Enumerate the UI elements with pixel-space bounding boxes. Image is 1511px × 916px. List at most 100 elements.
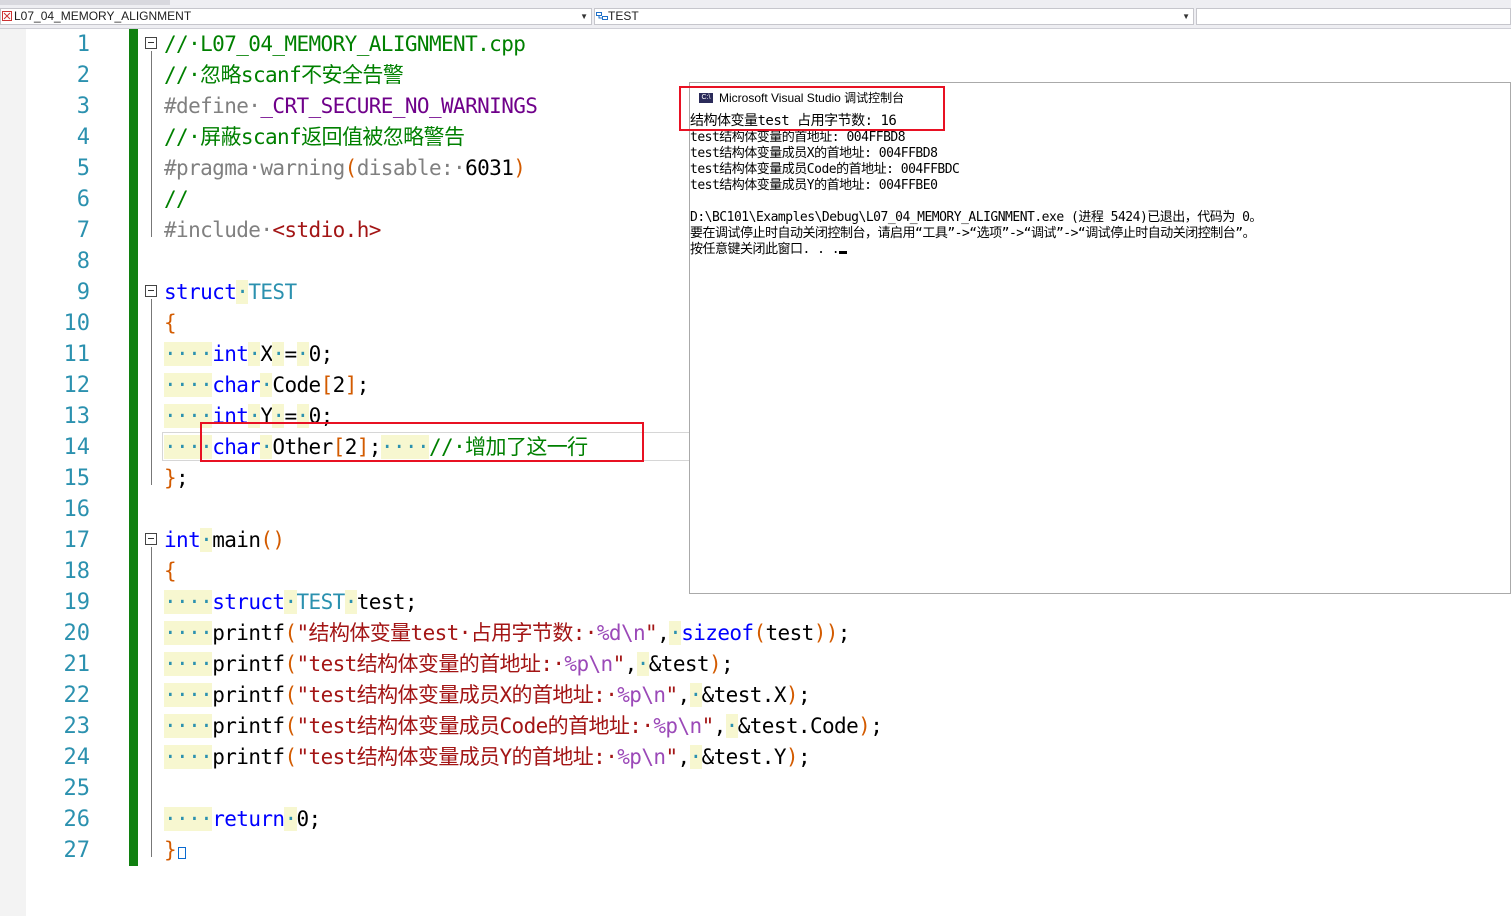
console-output-line: test结构体变量的首地址: 004FFBD8 [690,130,906,146]
code-text: #include·<stdio.h> [164,215,381,246]
console-output-line: test结构体变量成员X的首地址: 004FFBD8 [690,146,938,162]
code-token: { [164,311,177,335]
change-marker [129,463,138,494]
code-token: &test.Y [701,745,787,769]
code-text: int·main() [164,525,285,556]
debug-console-window[interactable]: C:\ Microsoft Visual Studio 调试控制台 结构体变量t… [689,82,1511,594]
code-token: return [212,807,285,831]
member-dropdown[interactable] [1196,8,1511,25]
code-token: ; [797,683,811,707]
change-marker [129,773,138,804]
code-token: printf [212,652,285,676]
code-line[interactable]: 25 [0,773,1511,804]
change-marker [129,432,138,463]
code-token: 0; [296,807,322,831]
line-number: 17 [63,528,91,553]
code-token: // [164,187,189,211]
code-token: &test.X [701,683,787,707]
line-number: 12 [63,373,91,398]
change-marker [129,711,138,742]
collapse-toggle-icon[interactable] [145,37,157,49]
line-number: 15 [63,466,91,491]
code-token: Code [272,373,321,397]
line-number: 14 [63,435,91,460]
code-token: · [284,807,297,831]
scope-dropdown[interactable]: TEST ▼ [594,8,1194,25]
code-line[interactable]: 27} [0,835,1511,866]
code-token: <stdio.h> [272,218,381,242]
line-number: 22 [63,683,91,708]
chevron-down-icon[interactable]: ▼ [580,9,588,24]
code-token: //·屏蔽scanf返回值被忽略警告 [164,125,465,149]
highlight-box-added-line [200,422,644,462]
collapse-toggle-icon[interactable] [145,285,157,297]
line-number: 9 [76,280,90,305]
code-line[interactable]: 23 ····printf("test结构体变量成员Code的首地址:·%p\n"… [0,711,1511,742]
code-token: ) [708,652,722,676]
code-token: ···· [164,590,213,614]
code-token: %p\n [564,652,613,676]
change-marker [129,525,138,556]
line-number: 7 [76,218,90,243]
code-token: ; [176,466,189,490]
code-line[interactable]: 21 ····printf("test结构体变量的首地址:·%p\n",·&tes… [0,649,1511,680]
code-text: ····char·Code[2]; [164,370,369,401]
change-marker [129,339,138,370]
change-marker [129,153,138,184]
code-token: "test结构体变量的首地址:· [296,652,566,676]
code-text: #pragma·warning(disable:·6031) [164,153,526,184]
line-number: 1 [76,32,90,57]
tab-strip [0,0,170,5]
code-token: ( [284,745,297,769]
code-line[interactable]: 1 //·L07_04_MEMORY_ALIGNMENT.cpp [0,29,1511,60]
code-text: // [164,184,189,215]
code-text: ····struct·TEST·test; [164,587,418,618]
code-token: · [272,342,285,366]
code-text: #define·_CRT_SECURE_NO_WARNINGS [164,91,538,122]
code-token: 2 [332,373,346,397]
code-token: main [212,528,261,552]
line-number: 26 [63,807,91,832]
code-text: } [164,835,187,866]
outline-guide [151,547,152,857]
console-output-text: 要在调试停止时自动关闭控制台，请启用“工具”->“选项”->“调试”->“调试停… [690,226,1256,241]
change-marker [129,649,138,680]
code-token: struct [212,590,285,614]
code-token: _CRT_SECURE_NO_WARNINGS [260,94,538,118]
code-token: ···· [164,745,213,769]
code-token: " [701,714,715,738]
code-text: //·屏蔽scanf返回值被忽略警告 [164,122,465,153]
code-line[interactable]: 26 ····return·0; [0,804,1511,835]
code-token: ( [344,156,358,180]
change-marker [129,60,138,91]
console-output-line: D:\BC101\Examples\Debug\L07_04_MEMORY_AL… [690,210,1262,226]
code-token: #pragma·warning [164,156,345,180]
code-line[interactable]: 22 ····printf("test结构体变量成员X的首地址:·%p\n",·&… [0,680,1511,711]
code-token: · [248,342,261,366]
outline-guide [151,299,152,485]
line-number: 8 [76,249,90,274]
code-token: , [713,714,727,738]
console-output-line: test结构体变量成员Code的首地址: 004FFBDC [690,162,960,178]
code-token: ; [356,373,370,397]
project-dropdown[interactable]: L07_04_MEMORY_ALIGNMENT ▼ [0,8,592,25]
code-line[interactable]: 20 ····printf("结构体变量test·占用字节数:·%d\n",·si… [0,618,1511,649]
code-token: · [344,590,357,614]
code-token: · [284,590,297,614]
change-marker [129,277,138,308]
code-token: , [657,621,670,645]
code-text: }; [164,463,189,494]
chevron-down-icon[interactable]: ▼ [1182,9,1190,24]
collapse-toggle-icon[interactable] [145,533,157,545]
code-token: ; [721,652,734,676]
code-line[interactable]: 24 ····printf("test结构体变量成员Y的首地址:·%p\n",·&… [0,742,1511,773]
code-token: [ [320,373,334,397]
code-token: "test结构体变量成员Code的首地址:· [296,714,654,738]
code-token: %p\n [617,683,666,707]
console-cursor [839,251,848,254]
code-token: ( [284,621,297,645]
code-token: %d\n [596,621,646,645]
line-number: 11 [63,342,91,367]
code-token: · [296,342,309,366]
code-token: char [212,373,261,397]
